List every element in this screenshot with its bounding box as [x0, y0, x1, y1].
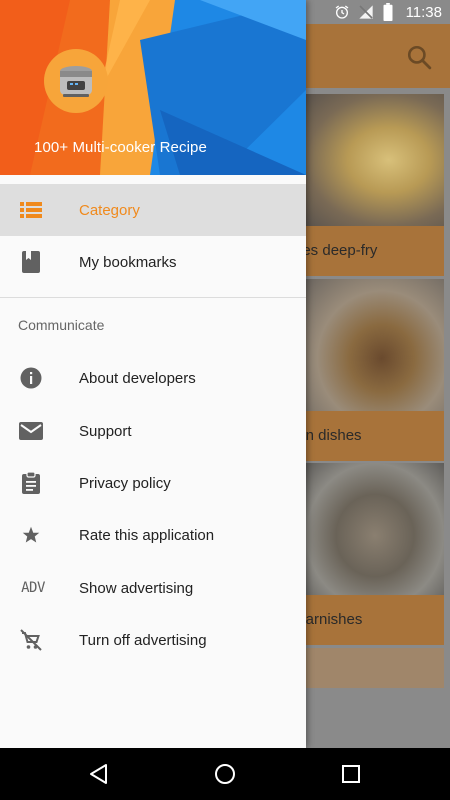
star-icon — [18, 522, 44, 548]
category-card[interactable]: ain dishes — [306, 279, 444, 461]
clipboard-icon — [18, 470, 44, 496]
info-icon — [18, 365, 44, 391]
menu-label: Category — [79, 201, 140, 219]
app-name: 100+ Multi-cooker Recipe — [34, 139, 207, 156]
system-nav-bar — [0, 748, 450, 800]
alarm-icon — [335, 5, 348, 19]
menu-label: Show advertising — [79, 579, 194, 597]
recents-icon[interactable] — [338, 761, 364, 787]
menu-item-bookmarks[interactable]: My bookmarks — [0, 236, 306, 288]
menu-item-rate-app[interactable]: Rate this application — [0, 509, 306, 561]
adv-icon: ADV — [18, 575, 48, 601]
menu-label: My bookmarks — [79, 253, 177, 271]
card-image — [306, 94, 444, 226]
home-icon[interactable] — [212, 761, 238, 787]
menu-label: Turn off advertising — [79, 631, 207, 649]
menu-item-turn-off-advertising[interactable]: Turn off advertising — [0, 614, 306, 666]
card-image — [306, 279, 444, 411]
drawer-header: 100+ Multi-cooker Recipe — [0, 0, 306, 175]
back-icon[interactable] — [86, 761, 112, 787]
card-image — [306, 463, 444, 595]
section-title: Communicate — [18, 317, 105, 333]
menu-divider — [0, 297, 306, 298]
category-card[interactable]: Garnishes — [306, 463, 444, 645]
menu-item-privacy-policy[interactable]: Privacy policy — [0, 457, 306, 509]
category-card[interactable]: hes deep-fry — [306, 94, 444, 276]
mail-icon — [18, 418, 44, 444]
no-signal-icon — [358, 5, 373, 19]
status-bar: 11:38 — [0, 0, 450, 24]
menu-item-category[interactable]: Category — [0, 184, 306, 236]
remove-cart-icon — [18, 627, 44, 653]
menu-item-support[interactable]: Support — [0, 405, 306, 457]
app-logo — [44, 49, 108, 113]
category-card[interactable] — [306, 648, 444, 688]
clock: 11:38 — [405, 3, 442, 21]
card-label: Garnishes — [306, 611, 363, 628]
card-label: hes deep-fry — [306, 242, 378, 259]
bookmark-icon — [18, 249, 44, 275]
battery-icon — [383, 3, 393, 21]
search-icon[interactable] — [406, 44, 432, 70]
menu-label: Support — [79, 422, 132, 440]
card-label: ain dishes — [306, 427, 362, 444]
multicooker-icon — [60, 66, 92, 97]
menu-label: Rate this application — [79, 526, 215, 544]
adv-icon-text: ADV — [21, 580, 45, 596]
menu-label: Privacy policy — [79, 474, 171, 492]
list-icon — [18, 197, 44, 223]
menu-label: About developers — [79, 369, 196, 387]
navigation-drawer: 100+ Multi-cooker Recipe Category My boo… — [0, 0, 306, 748]
menu-item-show-advertising[interactable]: ADV Show advertising — [0, 562, 306, 614]
menu-item-about-developers[interactable]: About developers — [0, 352, 306, 404]
